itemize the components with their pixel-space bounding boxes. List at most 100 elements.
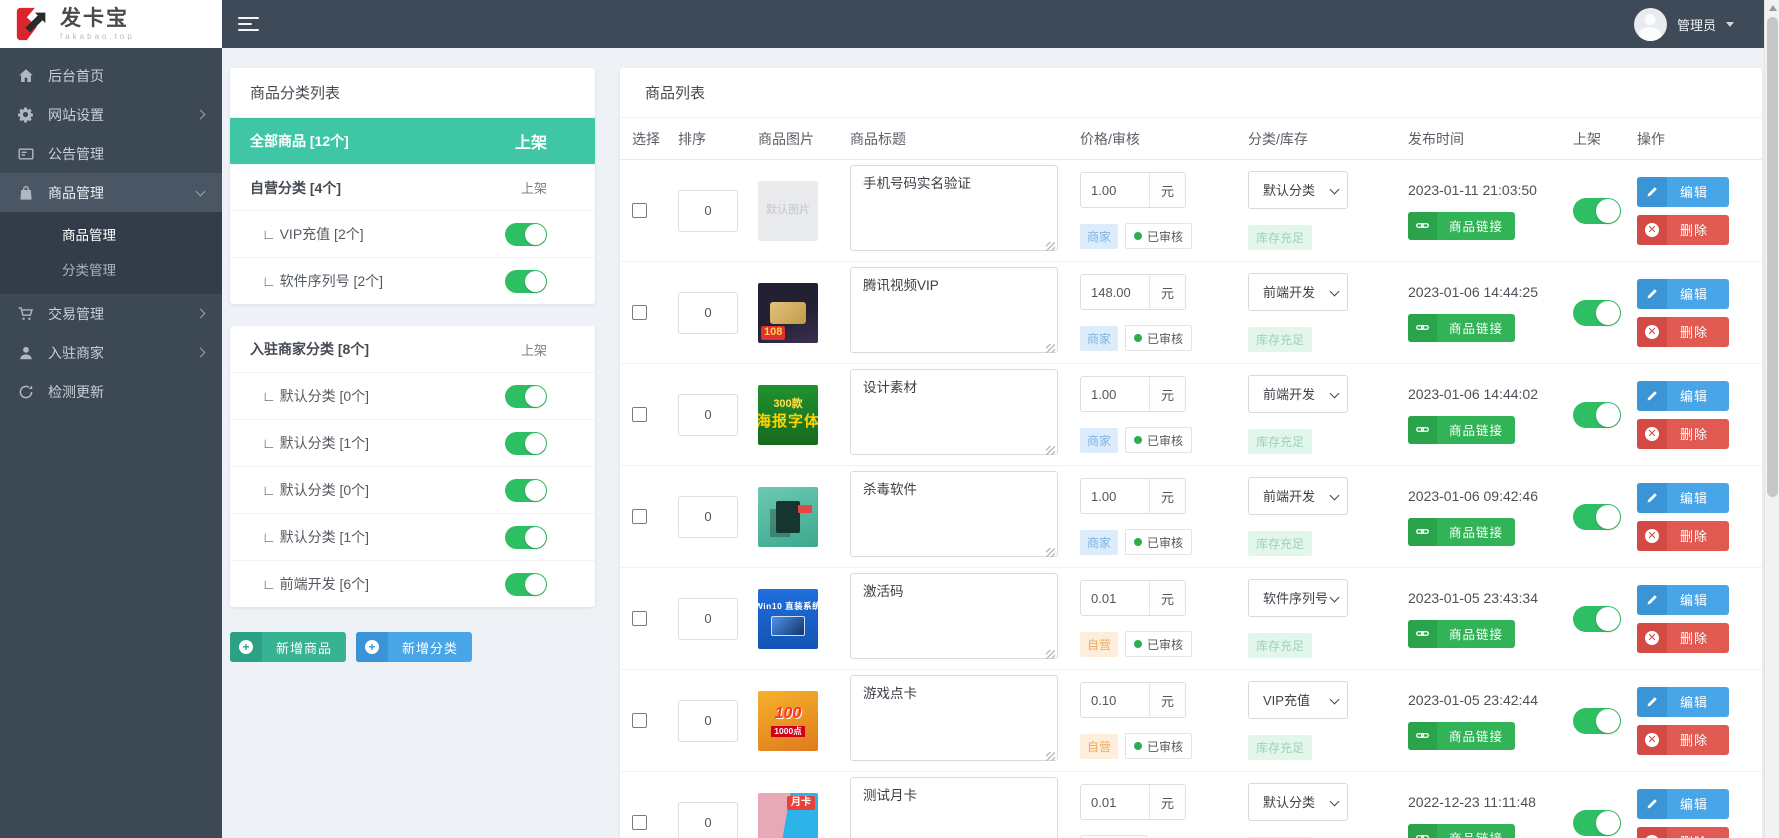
on-shelf-toggle[interactable]: [1573, 809, 1621, 836]
edit-button[interactable]: 编辑: [1637, 788, 1729, 819]
category-toggle[interactable]: [505, 478, 547, 502]
sort-input[interactable]: [678, 189, 738, 232]
price-input[interactable]: [1081, 275, 1149, 309]
product-link-button[interactable]: 商品链接: [1408, 313, 1516, 342]
category-select[interactable]: 前端开发: [1249, 274, 1347, 310]
category-row[interactable]: ∟ 默认分类 [0个]: [230, 466, 595, 513]
category-row[interactable]: ∟ 软件序列号 [2个]: [230, 257, 595, 304]
user-menu[interactable]: 管理员: [1633, 7, 1764, 41]
row-select-checkbox[interactable]: [632, 203, 647, 218]
product-title-textarea[interactable]: [850, 777, 1058, 838]
category-row[interactable]: ∟ 默认分类 [0个]: [230, 372, 595, 419]
category-select[interactable]: 前端开发: [1249, 478, 1347, 514]
delete-button[interactable]: ✕ 删除: [1637, 724, 1729, 755]
category-row[interactable]: ∟ 默认分类 [1个]: [230, 419, 595, 466]
sidebar-subitem[interactable]: 商品管理: [0, 216, 222, 251]
sort-input[interactable]: [678, 393, 738, 436]
scrollbar-up-arrow[interactable]: [1769, 5, 1777, 11]
brand-logo[interactable]: 发卡宝 fakabao.top: [0, 0, 222, 48]
product-link-button[interactable]: 商品链接: [1408, 211, 1516, 240]
product-link-button[interactable]: 商品链接: [1408, 721, 1516, 750]
add-category-button[interactable]: + 新增分类: [356, 632, 473, 662]
product-link-button[interactable]: 商品链接: [1408, 823, 1516, 838]
category-select[interactable]: 默认分类: [1249, 172, 1347, 208]
on-shelf-toggle[interactable]: [1573, 707, 1621, 734]
category-row[interactable]: 自营分类 [4个] 上架: [230, 164, 595, 210]
product-link-button[interactable]: 商品链接: [1408, 517, 1516, 546]
add-product-button[interactable]: + 新增商品: [230, 632, 347, 662]
on-shelf-toggle[interactable]: [1573, 605, 1621, 632]
edit-button[interactable]: 编辑: [1637, 482, 1729, 513]
delete-button[interactable]: ✕ 删除: [1637, 622, 1729, 653]
product-title-textarea[interactable]: [850, 267, 1058, 353]
price-input[interactable]: [1081, 377, 1149, 411]
product-title-textarea[interactable]: [850, 369, 1058, 455]
category-toggle[interactable]: [505, 269, 547, 293]
category-row[interactable]: 入驻商家分类 [8个] 上架: [230, 326, 595, 372]
row-select-checkbox[interactable]: [632, 305, 647, 320]
on-shelf-toggle[interactable]: [1573, 299, 1621, 326]
row-select-checkbox[interactable]: [632, 815, 647, 830]
product-link-button[interactable]: 商品链接: [1408, 619, 1516, 648]
category-toggle[interactable]: [505, 384, 547, 408]
delete-button[interactable]: ✕ 删除: [1637, 418, 1729, 449]
link-icon: [1408, 721, 1437, 750]
sidebar-item-bag[interactable]: 商品管理: [0, 173, 222, 212]
price-input[interactable]: [1081, 479, 1149, 513]
on-shelf-toggle[interactable]: [1573, 401, 1621, 428]
product-link-button[interactable]: 商品链接: [1408, 415, 1516, 444]
price-input[interactable]: [1081, 683, 1149, 717]
sort-input[interactable]: [678, 597, 738, 640]
category-toggle[interactable]: [505, 525, 547, 549]
scrollbar-thumb[interactable]: [1767, 17, 1778, 497]
sort-input[interactable]: [678, 801, 738, 838]
product-image: 默认图片: [758, 180, 818, 241]
sidebar-item-refresh[interactable]: 检测更新: [0, 372, 222, 411]
category-toggle[interactable]: [505, 431, 547, 455]
menu-toggle-icon[interactable]: [238, 16, 260, 32]
sidebar-item-user[interactable]: 入驻商家: [0, 333, 222, 372]
sidebar-item-gear[interactable]: 网站设置: [0, 95, 222, 134]
row-select-checkbox[interactable]: [632, 509, 647, 524]
sidebar-item-board[interactable]: 公告管理: [0, 134, 222, 173]
product-title-textarea[interactable]: [850, 471, 1058, 557]
sort-input[interactable]: [678, 291, 738, 334]
sidebar-item-cart[interactable]: 交易管理: [0, 294, 222, 333]
row-select-checkbox[interactable]: [632, 407, 647, 422]
row-select-checkbox[interactable]: [632, 611, 647, 626]
sort-input[interactable]: [678, 495, 738, 538]
category-toggle[interactable]: [505, 222, 547, 246]
vertical-scrollbar[interactable]: [1764, 0, 1779, 838]
edit-button[interactable]: 编辑: [1637, 278, 1729, 309]
publish-date: 2023-01-05 23:43:34: [1408, 589, 1538, 606]
delete-button[interactable]: ✕ 删除: [1637, 520, 1729, 551]
category-row[interactable]: 全部商品 [12个] 上架: [230, 118, 595, 164]
price-input[interactable]: [1081, 785, 1149, 819]
edit-button[interactable]: 编辑: [1637, 380, 1729, 411]
edit-button[interactable]: 编辑: [1637, 584, 1729, 615]
row-select-checkbox[interactable]: [632, 713, 647, 728]
sort-input[interactable]: [678, 699, 738, 742]
category-select[interactable]: 软件序列号: [1249, 580, 1347, 616]
category-toggle[interactable]: [505, 572, 547, 596]
on-shelf-toggle[interactable]: [1573, 503, 1621, 530]
category-row[interactable]: ∟ VIP充值 [2个]: [230, 210, 595, 257]
category-select[interactable]: 前端开发: [1249, 376, 1347, 412]
delete-button[interactable]: ✕ 删除: [1637, 214, 1729, 245]
category-row[interactable]: ∟ 前端开发 [6个]: [230, 560, 595, 607]
sidebar-subitem[interactable]: 分类管理: [0, 251, 222, 286]
product-title-textarea[interactable]: [850, 675, 1058, 761]
delete-button[interactable]: ✕ 删除: [1637, 316, 1729, 347]
edit-button[interactable]: 编辑: [1637, 686, 1729, 717]
product-title-textarea[interactable]: [850, 573, 1058, 659]
edit-button[interactable]: 编辑: [1637, 176, 1729, 207]
category-select[interactable]: VIP充值: [1249, 682, 1347, 718]
price-input[interactable]: [1081, 173, 1149, 207]
on-shelf-toggle[interactable]: [1573, 197, 1621, 224]
product-title-textarea[interactable]: [850, 165, 1058, 251]
category-row[interactable]: ∟ 默认分类 [1个]: [230, 513, 595, 560]
category-select[interactable]: 默认分类: [1249, 784, 1347, 820]
delete-button[interactable]: ✕ 删除: [1637, 826, 1729, 838]
sidebar-item-home[interactable]: 后台首页: [0, 56, 222, 95]
price-input[interactable]: [1081, 581, 1149, 615]
